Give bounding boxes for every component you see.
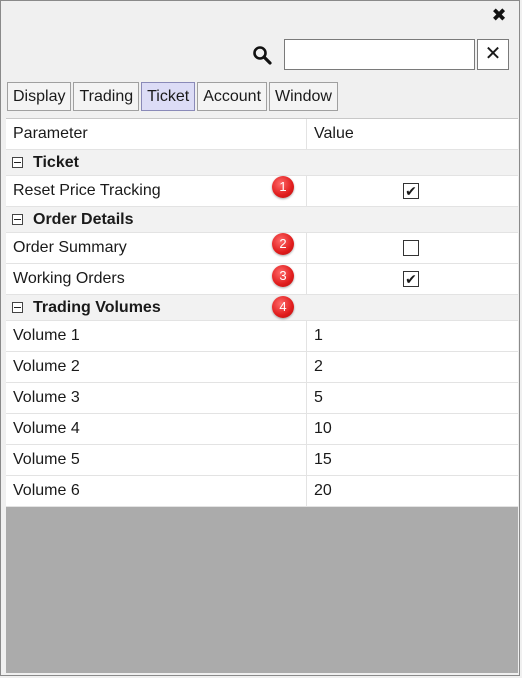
grid-row-reset-price-tracking: Reset Price Tracking ✔	[6, 176, 518, 207]
value-cell[interactable]: 20	[306, 476, 518, 506]
group-header-trading-volumes[interactable]: Trading Volumes	[6, 295, 518, 321]
search-input[interactable]	[284, 39, 475, 70]
volume-value[interactable]: 20	[314, 476, 332, 506]
group-title: Trading Volumes	[33, 299, 161, 316]
grid-row-order-summary: Order Summary	[6, 233, 518, 264]
volume-value[interactable]: 2	[314, 352, 323, 382]
working-orders-checkbox[interactable]: ✔	[403, 271, 419, 287]
value-cell	[306, 233, 518, 263]
volume-value[interactable]: 1	[314, 321, 323, 351]
volume-value[interactable]: 10	[314, 414, 332, 444]
column-header-value-cell: Value	[306, 119, 518, 149]
value-cell: ✔	[306, 176, 518, 206]
search-clear-button[interactable]: ✕	[477, 39, 509, 70]
parameter-label: Order Summary	[13, 239, 127, 256]
parameter-label: Volume 6	[13, 482, 80, 499]
grid-row-volume-3: Volume 3 5	[6, 383, 518, 414]
callout-badge-2: 2	[272, 233, 294, 255]
tab-account[interactable]: Account	[197, 82, 268, 111]
collapse-icon[interactable]	[12, 157, 23, 168]
tab-bar: Display Trading Ticket Account Window	[7, 82, 340, 113]
value-cell[interactable]: 15	[306, 445, 518, 475]
value-cell[interactable]: 1	[306, 321, 518, 351]
group-title: Ticket	[33, 154, 79, 171]
tab-display[interactable]: Display	[7, 82, 72, 111]
order-summary-checkbox[interactable]	[403, 240, 419, 256]
search-icon	[253, 46, 272, 65]
parameter-label: Volume 5	[13, 451, 80, 468]
reset-price-tracking-checkbox[interactable]: ✔	[403, 183, 419, 199]
close-icon[interactable]: ✖	[489, 4, 509, 26]
value-cell: ✔	[306, 264, 518, 294]
value-cell[interactable]: 10	[306, 414, 518, 444]
property-grid: Parameter Value Ticket Reset Price Track…	[6, 118, 518, 673]
callout-badge-3: 3	[272, 265, 294, 287]
settings-window: ✖ ✕ Display Trading Ticket Account Windo…	[0, 0, 520, 676]
volume-value[interactable]: 5	[314, 383, 323, 413]
grid-row-working-orders: Working Orders ✔	[6, 264, 518, 295]
parameter-label: Working Orders	[13, 270, 125, 287]
volume-value[interactable]: 15	[314, 445, 332, 475]
tab-trading[interactable]: Trading	[73, 82, 140, 111]
tab-ticket[interactable]: Ticket	[141, 82, 196, 111]
tab-window[interactable]: Window	[269, 82, 338, 111]
grid-row-volume-1: Volume 1 1	[6, 321, 518, 352]
column-header-parameter: Parameter	[13, 125, 88, 142]
value-cell[interactable]: 5	[306, 383, 518, 413]
column-header-value: Value	[314, 125, 354, 142]
parameter-label: Volume 4	[13, 420, 80, 437]
grid-row-volume-4: Volume 4 10	[6, 414, 518, 445]
callout-badge-1: 1	[272, 176, 294, 198]
grid-row-volume-5: Volume 5 15	[6, 445, 518, 476]
grid-header: Parameter Value	[6, 119, 518, 150]
grid-row-volume-6: Volume 6 20	[6, 476, 518, 507]
value-cell[interactable]: 2	[306, 352, 518, 382]
parameter-label: Volume 3	[13, 389, 80, 406]
parameter-label: Volume 2	[13, 358, 80, 375]
collapse-icon[interactable]	[12, 214, 23, 225]
parameter-label: Volume 1	[13, 327, 80, 344]
parameter-label: Reset Price Tracking	[13, 182, 161, 199]
group-title: Order Details	[33, 211, 134, 228]
group-header-order-details[interactable]: Order Details	[6, 207, 518, 233]
grid-row-volume-2: Volume 2 2	[6, 352, 518, 383]
callout-badge-4: 4	[272, 296, 294, 318]
group-header-ticket[interactable]: Ticket	[6, 150, 518, 176]
collapse-icon[interactable]	[12, 302, 23, 313]
